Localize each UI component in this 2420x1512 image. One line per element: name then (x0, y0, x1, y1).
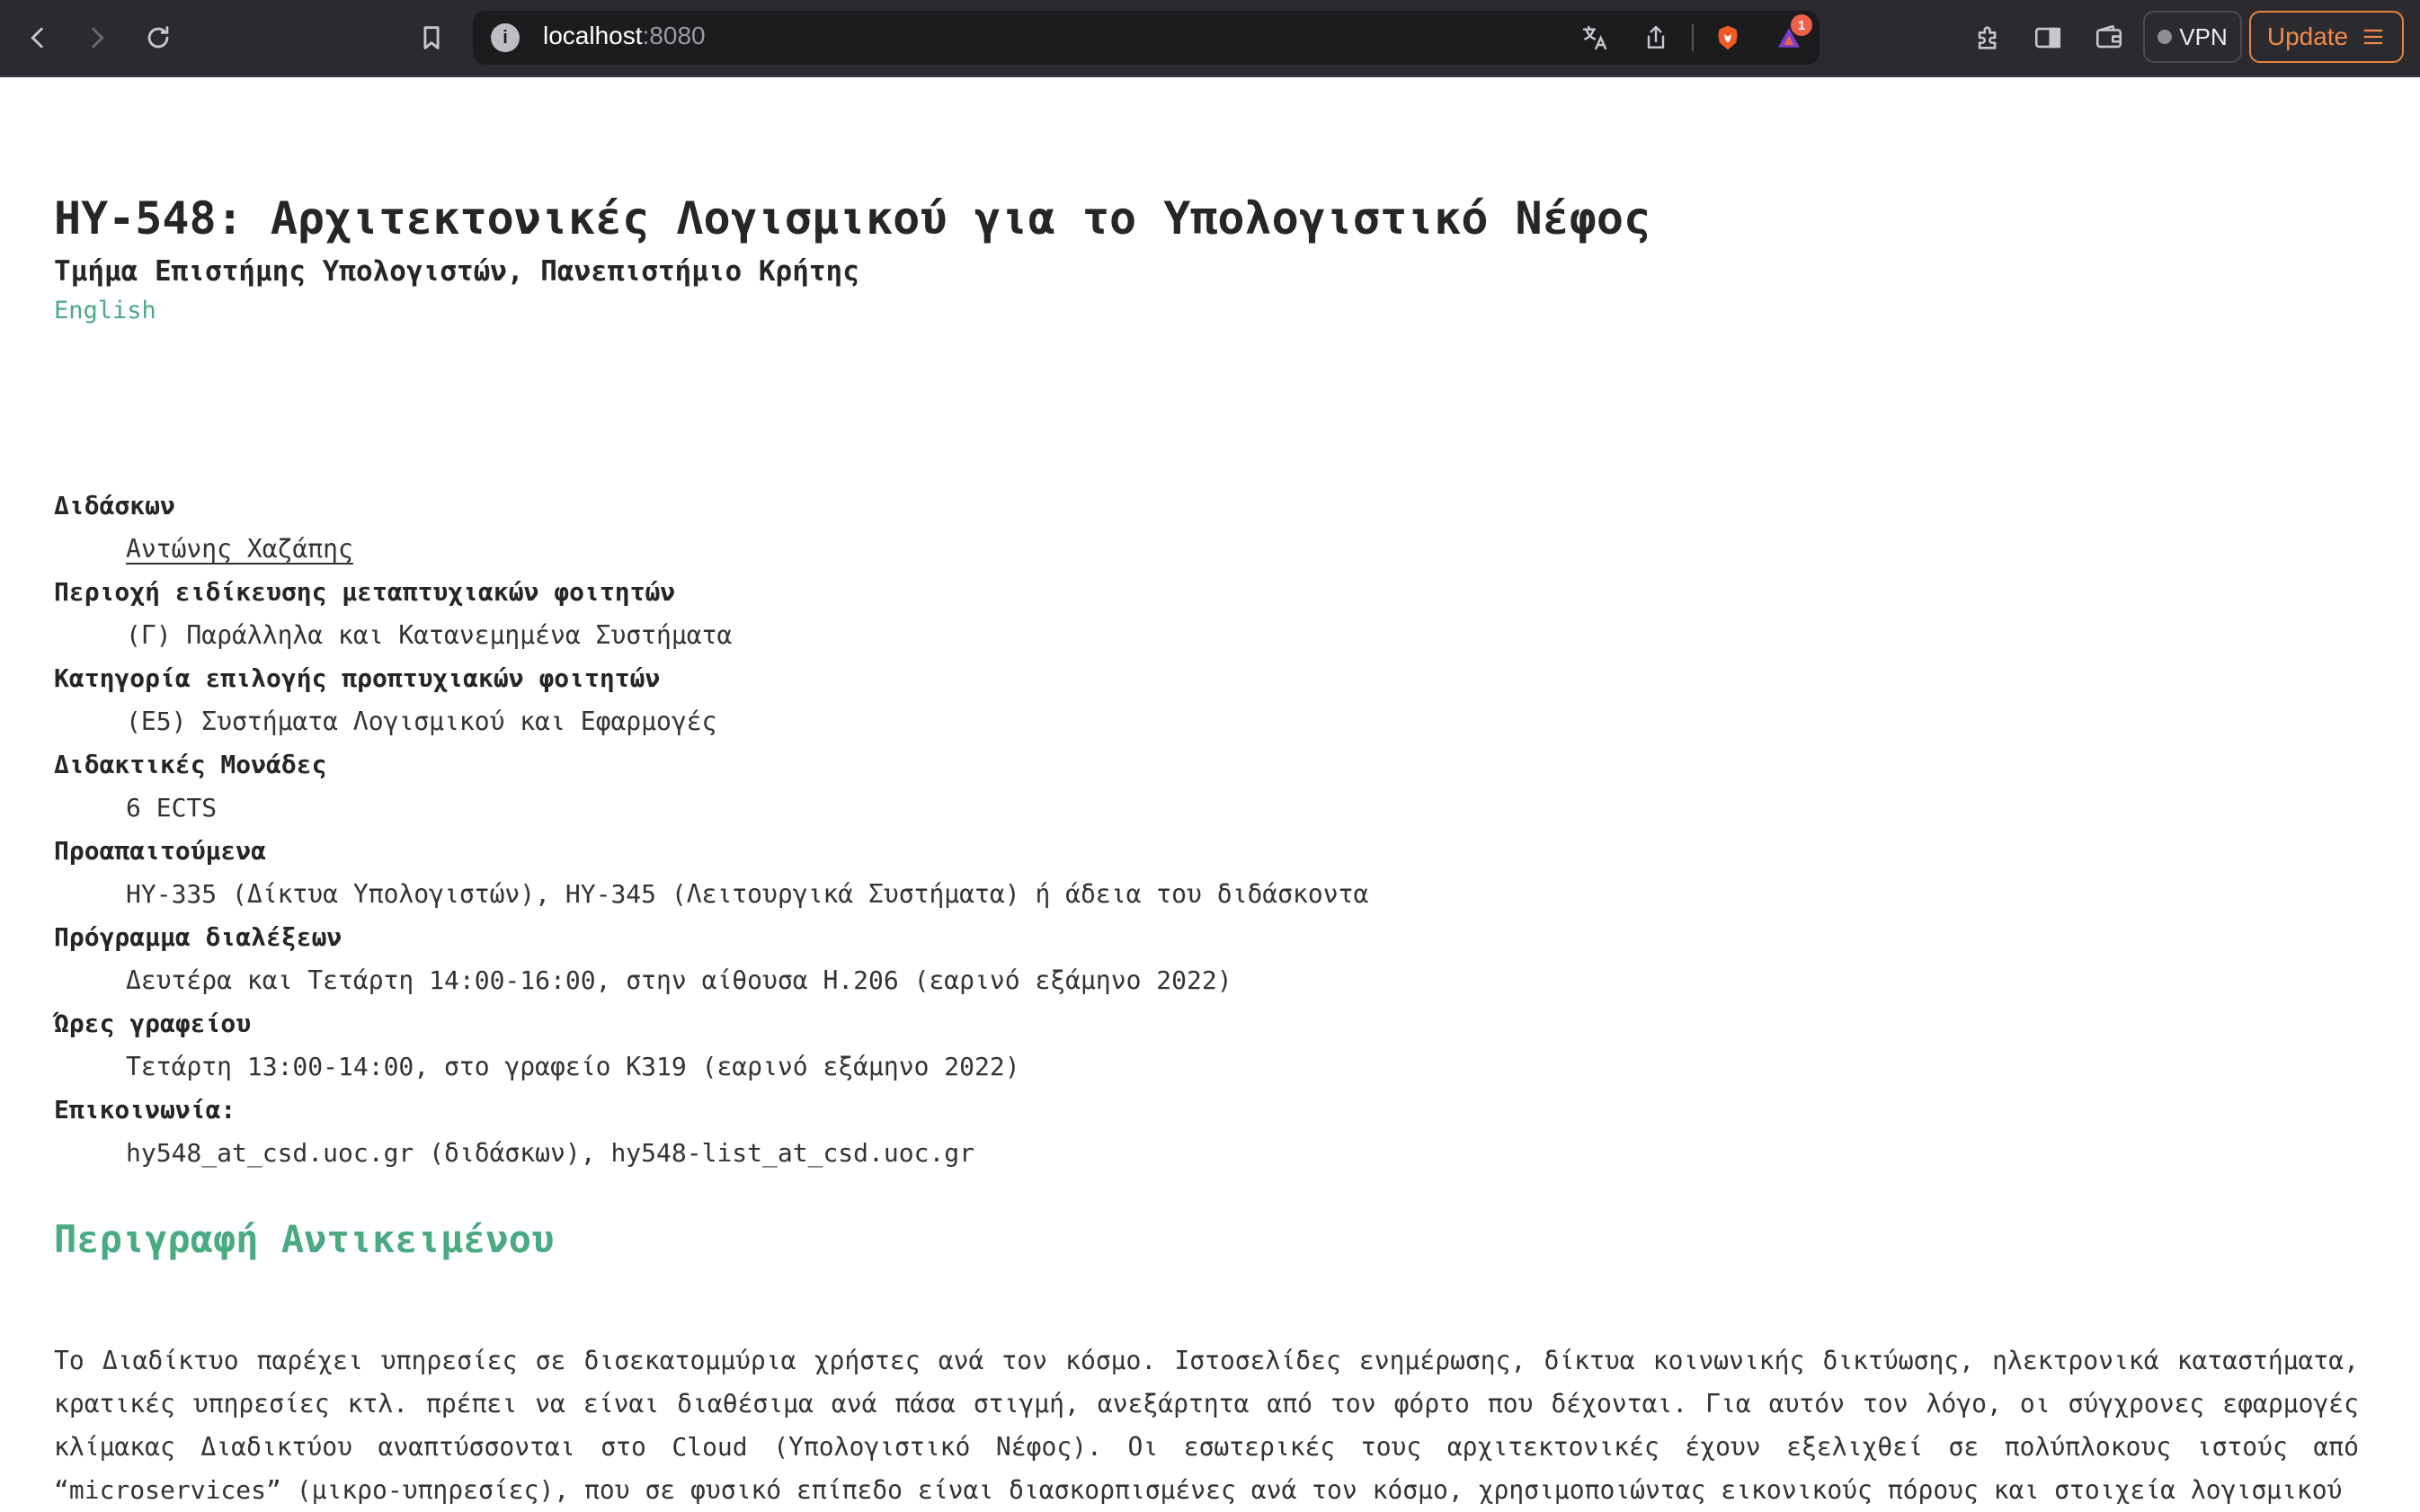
rewards-badge: 1 (1791, 14, 1812, 36)
info-term-instructor: Διδάσκων (54, 491, 175, 520)
info-value-credits: 6 ECTS (126, 793, 218, 823)
info-value-contact: hy548_at_csd.uoc.gr (διδάσκων), hy548-li… (126, 1138, 975, 1168)
vpn-status-icon (2158, 30, 2173, 44)
instructor-link[interactable]: Αντώνης Χαζάπης (126, 534, 353, 564)
url-port: :8080 (642, 22, 706, 49)
description-paragraph: Το Διαδίκτυο παρέχει υπηρεσίες σε δισεκα… (54, 1346, 2359, 1505)
brave-shields-icon[interactable] (1710, 20, 1746, 56)
language-link-english[interactable]: English (54, 297, 156, 325)
address-bar-separator (1692, 24, 1694, 51)
sidebar-icon[interactable] (2023, 13, 2073, 63)
menu-icon (2363, 29, 2383, 45)
info-value-grad-area: (Γ) Παράλληλα και Κατανεμημένα Συστήματα (126, 620, 733, 650)
share-icon[interactable] (1638, 20, 1674, 56)
update-button[interactable]: Update (2249, 11, 2404, 63)
address-bar[interactable]: i localhost:8080 1 (473, 11, 1819, 65)
info-term-grad-area: Περιοχή ειδίκευσης μεταπτυχιακών φοιτητώ… (54, 577, 676, 607)
site-info-icon[interactable]: i (491, 23, 520, 52)
back-icon[interactable] (13, 13, 63, 63)
page-title: HY-548: Αρχιτεκτονικές Λογισμικού για το… (54, 192, 1651, 245)
info-term-undergrad-category: Κατηγορία επιλογής προπτυχιακών φοιτητών (54, 663, 661, 693)
page-subtitle: Τμήμα Επιστήμης Υπολογιστών, Πανεπιστήμι… (54, 255, 859, 288)
info-term-contact: Επικοινωνία: (54, 1095, 236, 1125)
url-host: localhost (543, 22, 643, 49)
bookmark-icon[interactable] (406, 13, 457, 63)
browser-toolbar: i localhost:8080 1 VPN Update (0, 0, 2420, 77)
forward-icon[interactable] (72, 13, 122, 63)
info-term-credits: Διδακτικές Μονάδες (54, 750, 327, 779)
info-value-prerequisites: HY-335 (Δίκτυα Υπολογιστών), HY-345 (Λει… (126, 879, 1369, 909)
wallet-icon[interactable] (2084, 13, 2134, 63)
section-title-description: Περιγραφή Αντικειμένου (54, 1217, 555, 1261)
translate-icon[interactable] (1577, 20, 1613, 56)
info-term-office-hours: Ώρες γραφείου (54, 1009, 252, 1038)
info-value-office-hours: Τετάρτη 13:00-14:00, στο γραφείο Κ319 (ε… (126, 1052, 1020, 1081)
info-term-prerequisites: Προαπαιτούμενα (54, 836, 267, 866)
info-term-lecture-schedule: Πρόγραμμα διαλέξεων (54, 922, 343, 952)
info-value-undergrad-category: (Ε5) Συστήματα Λογισμικού και Εφαρμογές (126, 707, 717, 736)
info-value-lecture-schedule: Δευτέρα και Τετάρτη 14:00-16:00, στην αί… (126, 965, 1232, 995)
brave-rewards-icon[interactable]: 1 (1771, 14, 1812, 56)
url-text[interactable]: localhost:8080 (543, 22, 706, 50)
vpn-button[interactable]: VPN (2143, 11, 2242, 63)
update-label: Update (2266, 22, 2349, 50)
reload-icon[interactable] (133, 13, 183, 63)
vpn-label: VPN (2179, 22, 2228, 50)
extensions-icon[interactable] (1963, 13, 2014, 63)
